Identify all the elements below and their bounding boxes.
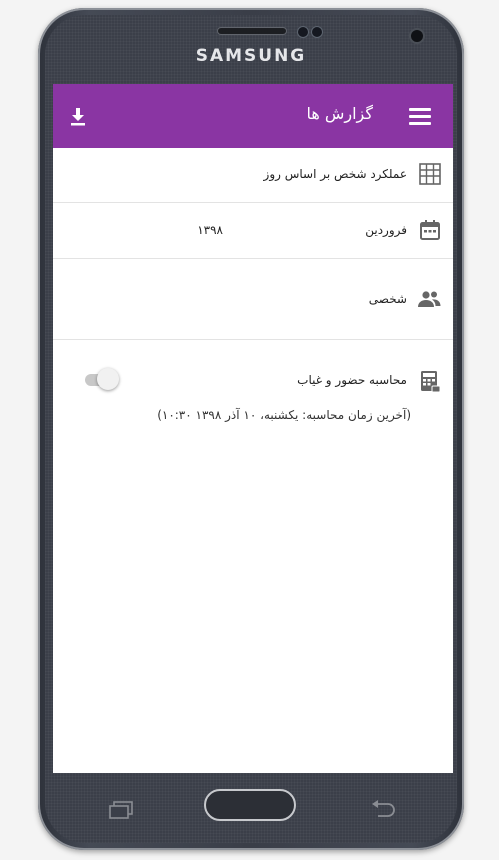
hamburger-menu-icon[interactable] [409,108,431,125]
attendance-calc-toggle[interactable] [83,368,119,390]
calendar-icon [419,219,441,245]
people-icon [417,289,441,313]
report-type-row[interactable]: عملکرد شخص بر اساس روز [53,148,453,203]
month-label: فروردین [365,223,407,237]
proximity-sensor [298,27,308,37]
scope-label: شخصی [368,292,407,306]
back-icon[interactable] [370,800,396,824]
front-camera [411,30,423,42]
page-title: گزارش ها [306,104,373,123]
download-icon[interactable] [69,106,87,128]
app-screen: گزارش ها عملکرد شخص بر اساس روز فروردین … [53,84,453,773]
device-brand: SAMSUNG [195,46,307,66]
toggle-thumb [97,368,119,390]
earpiece-speaker [218,28,286,34]
recent-apps-icon[interactable] [108,801,134,823]
attendance-calc-row: محاسبه حضور و غیاب (آخرین زمان محاسبه: ی… [53,340,453,450]
year-value: ۱۳۹۸ [197,223,223,237]
app-bar: گزارش ها [53,84,453,148]
phone-frame: SAMSUNG گزارش ها عملکرد شخص بر اساس روز … [38,8,464,850]
light-sensor [312,27,322,37]
home-button[interactable] [204,789,296,821]
scope-row[interactable]: شخصی [53,259,453,340]
calculator-icon [419,370,441,396]
last-calculation-time: (آخرین زمان محاسبه: یکشنبه، ۱۰ آذر ۱۳۹۸ … [157,408,411,422]
attendance-calc-label: محاسبه حضور و غیاب [297,373,407,387]
report-type-label: عملکرد شخص بر اساس روز [263,167,407,181]
month-row[interactable]: فروردین ۱۳۹۸ [53,203,453,259]
table-grid-icon [419,163,441,189]
